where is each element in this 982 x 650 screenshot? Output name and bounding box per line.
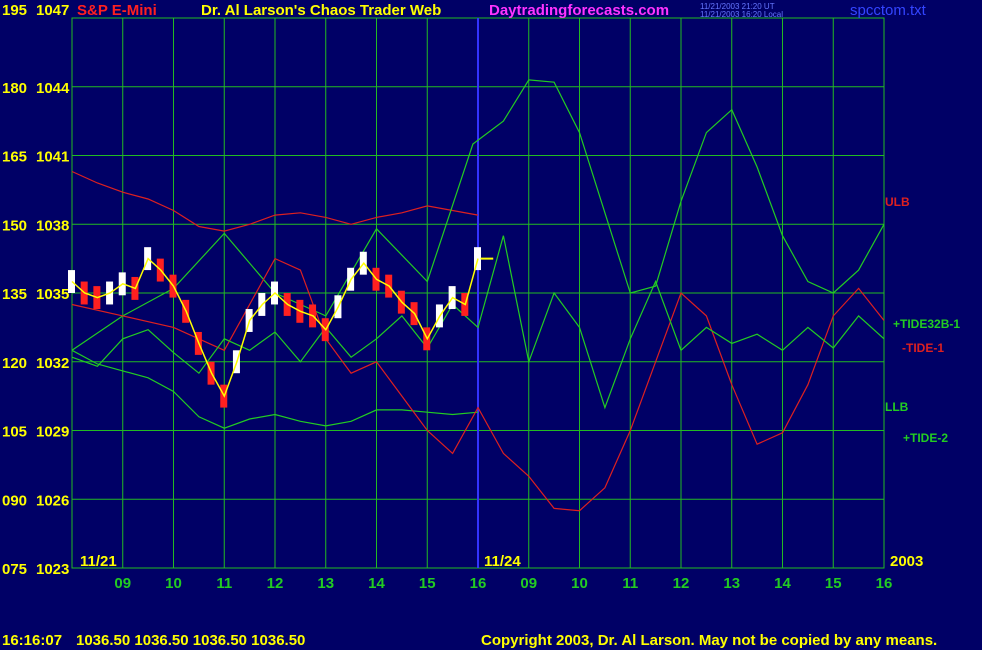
x-tick-label: 09 bbox=[114, 575, 131, 592]
y-tick-label-outer: 090 bbox=[2, 492, 27, 509]
right-label-tide1: -TIDE-1 bbox=[902, 341, 944, 355]
x-tick-label: 12 bbox=[267, 575, 284, 592]
y-tick-label-inner: 1023 bbox=[36, 561, 69, 578]
x-tick-label: 16 bbox=[470, 575, 487, 592]
right-label-tide32b: +TIDE32B-1 bbox=[893, 317, 960, 331]
right-label-tide2: +TIDE-2 bbox=[903, 431, 948, 445]
x-tick-label: 11 bbox=[216, 575, 232, 592]
y-tick-label-outer: 120 bbox=[2, 355, 27, 372]
x-tick-label: 10 bbox=[165, 575, 182, 592]
x-tick-label: 14 bbox=[368, 575, 385, 592]
y-tick-label-outer: 105 bbox=[2, 424, 27, 441]
symbol-title: S&P E-Mini bbox=[77, 2, 157, 19]
x-tick-label: 10 bbox=[571, 575, 588, 592]
price-bar bbox=[68, 270, 75, 293]
date-label-mid: 11/24 bbox=[484, 553, 521, 570]
y-tick-label-outer: 180 bbox=[2, 80, 27, 97]
file-name: spcctom.txt bbox=[850, 2, 926, 19]
y-tick-label-inner: 1035 bbox=[36, 286, 69, 303]
y-tick-label-inner: 1026 bbox=[36, 492, 69, 509]
y-tick-label-outer: 165 bbox=[2, 149, 27, 166]
x-tick-label: 16 bbox=[876, 575, 893, 592]
chart-canvas: 180 1044 165 1041 150 1038 135 1035 120 1032 105 10… bbox=[2, 17, 960, 592]
x-tick-label: 11 bbox=[622, 575, 638, 592]
x-tick-label: 09 bbox=[520, 575, 537, 592]
y-tick-label-outer: 150 bbox=[2, 217, 27, 234]
axis-top-label-inner: 1047 bbox=[36, 2, 70, 19]
right-label-ulb: ULB bbox=[885, 195, 910, 209]
site-title: Dr. Al Larson's Chaos Trader Web bbox=[201, 2, 442, 19]
y-tick-label-inner: 1038 bbox=[36, 217, 69, 234]
quote-values: 1036.50 1036.50 1036.50 1036.50 bbox=[76, 632, 306, 649]
right-label-llb: LLB bbox=[885, 400, 909, 414]
y-tick-label-outer: 075 bbox=[2, 561, 27, 578]
y-tick-label-inner: 1032 bbox=[36, 355, 69, 372]
x-tick-label: 13 bbox=[317, 575, 334, 592]
x-tick-label: 15 bbox=[825, 575, 842, 592]
y-tick-label-inner: 1029 bbox=[36, 424, 69, 441]
x-tick-label: 14 bbox=[774, 575, 791, 592]
y-tick-label-inner: 1041 bbox=[36, 149, 69, 166]
timestamp-local: 11/21/2003 16:20 Local bbox=[700, 10, 784, 19]
axis-top-label-outer: 195 bbox=[2, 2, 28, 19]
site-url: Daytradingforecasts.com bbox=[489, 2, 670, 19]
x-tick-label: 13 bbox=[723, 575, 740, 592]
x-tick-label: 15 bbox=[419, 575, 436, 592]
y-tick-label-outer: 135 bbox=[2, 286, 27, 303]
x-tick-label: 12 bbox=[673, 575, 690, 592]
y-tick-label-inner: 1044 bbox=[36, 80, 70, 97]
date-label-year: 2003 bbox=[890, 553, 923, 570]
quote-time: 16:16:07 bbox=[2, 632, 63, 649]
copyright: Copyright 2003, Dr. Al Larson. May not b… bbox=[481, 632, 938, 649]
date-label-start: 11/21 bbox=[80, 553, 117, 570]
